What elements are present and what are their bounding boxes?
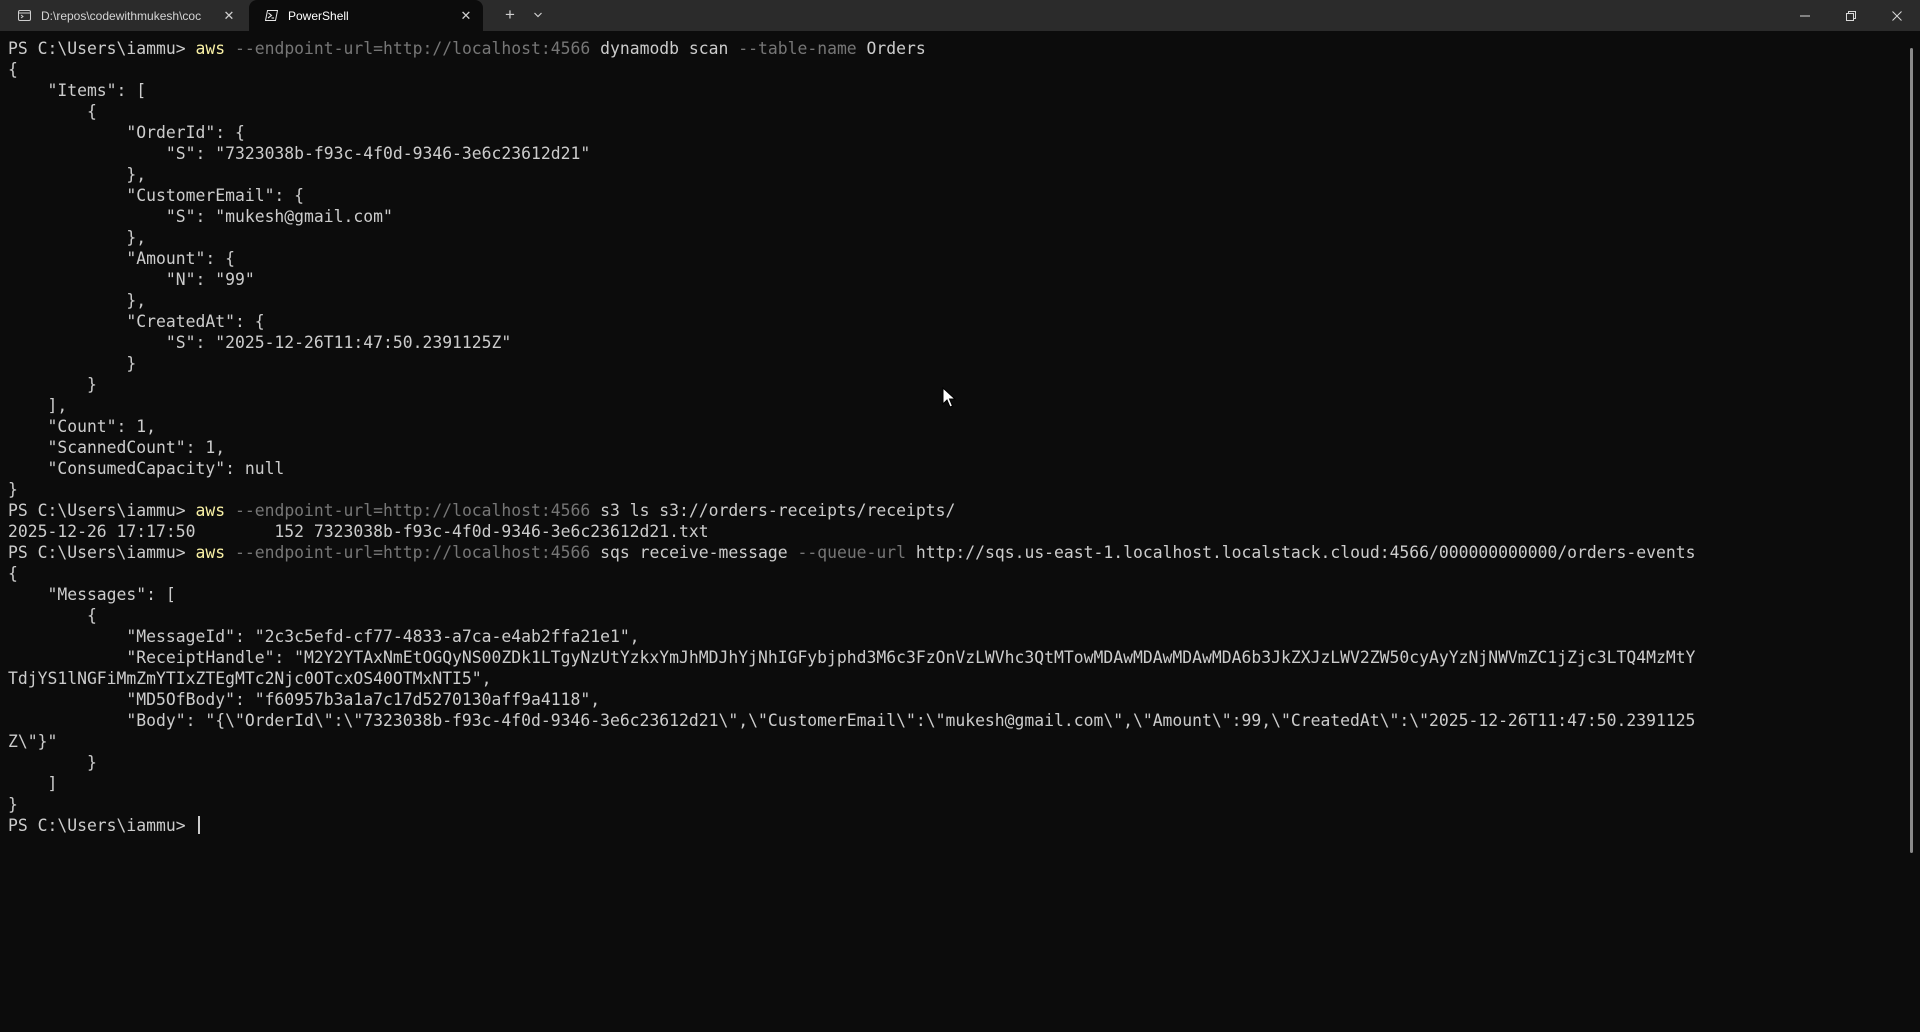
tab-dropdown-button[interactable] bbox=[528, 5, 548, 25]
prompt: PS C:\Users\iammu> bbox=[8, 543, 196, 562]
output-line: { bbox=[8, 102, 97, 121]
output-line: 2025-12-26 17:17:50 152 7323038b-f93c-4f… bbox=[8, 522, 709, 541]
mouse-pointer-icon bbox=[942, 387, 956, 408]
command-name: aws bbox=[195, 39, 226, 58]
command-parameter: --endpoint-url=http://localhost:4566 bbox=[225, 543, 591, 562]
tab-close-icon[interactable]: ✕ bbox=[222, 8, 236, 23]
output-line: "ScannedCount": 1, bbox=[8, 438, 226, 457]
output-line: "Count": 1, bbox=[8, 417, 157, 436]
prompt: PS C:\Users\iammu> bbox=[8, 39, 196, 58]
command-name: aws bbox=[195, 543, 226, 562]
output-line: } bbox=[8, 354, 137, 373]
tab-title: D:\repos\codewithmukesh\coc bbox=[41, 8, 202, 23]
restore-icon bbox=[1846, 10, 1856, 21]
output-line: "CustomerEmail": { bbox=[8, 186, 305, 205]
output-line: { bbox=[8, 606, 97, 625]
output-line: "OrderId": { bbox=[8, 123, 245, 142]
tab-close-icon[interactable]: ✕ bbox=[459, 8, 473, 23]
output-line: { bbox=[8, 60, 18, 79]
minimize-icon bbox=[1800, 15, 1810, 16]
output-line: TdjYS1lNGFiMmZmYTIxZTEgMTc2Njc0OTcxOS40O… bbox=[8, 669, 492, 688]
command-argument: sqs receive-message bbox=[590, 543, 788, 562]
command-parameter: --endpoint-url=http://localhost:4566 bbox=[225, 39, 591, 58]
tab-repos-terminal[interactable]: D:\repos\codewithmukesh\coc ✕ bbox=[2, 0, 246, 31]
output-line: "MessageId": "2c3c5efd-cf77-4833-a7ca-e4… bbox=[8, 627, 640, 646]
chevron-down-icon bbox=[534, 12, 542, 18]
command-line: PS C:\Users\iammu> aws --endpoint-url=ht… bbox=[8, 500, 1888, 521]
command-parameter: --table-name bbox=[728, 39, 857, 58]
output-line: "Body": "{\"OrderId\":\"7323038b-f93c-4f… bbox=[8, 711, 1696, 730]
output-line: Z\"}" bbox=[8, 732, 58, 751]
powershell-icon bbox=[265, 9, 278, 22]
close-window-button[interactable] bbox=[1874, 0, 1920, 31]
output-line: } bbox=[8, 480, 18, 499]
command-parameter: --endpoint-url=http://localhost:4566 bbox=[225, 501, 591, 520]
command-name: aws bbox=[195, 501, 226, 520]
command-argument: Orders bbox=[856, 39, 926, 58]
text-cursor bbox=[197, 816, 200, 834]
command-argument: s3 ls s3://orders-receipts/receipts/ bbox=[590, 501, 956, 520]
prompt: PS C:\Users\iammu> bbox=[8, 501, 196, 520]
terminal-output[interactable]: PS C:\Users\iammu> aws --endpoint-url=ht… bbox=[8, 38, 1888, 998]
command-line: PS C:\Users\iammu> aws --endpoint-url=ht… bbox=[8, 38, 1888, 59]
title-bar: D:\repos\codewithmukesh\coc ✕ PowerShell… bbox=[0, 0, 1920, 31]
output-line: } bbox=[8, 795, 18, 814]
command-line: PS C:\Users\iammu> aws --endpoint-url=ht… bbox=[8, 542, 1888, 563]
command-argument: http://sqs.us-east-1.localhost.localstac… bbox=[906, 543, 1696, 562]
tab-powershell[interactable]: PowerShell ✕ bbox=[249, 0, 483, 31]
folder-terminal-icon bbox=[18, 9, 31, 22]
scrollbar[interactable] bbox=[1910, 48, 1913, 853]
output-line: } bbox=[8, 753, 97, 772]
output-line: { bbox=[8, 564, 18, 583]
output-line: }, bbox=[8, 228, 147, 247]
output-line: "ReceiptHandle": "M2Y2YTAxNmEtOGQyNS00ZD… bbox=[8, 648, 1696, 667]
output-line: }, bbox=[8, 291, 147, 310]
active-prompt-line[interactable]: PS C:\Users\iammu> bbox=[8, 815, 1888, 836]
minimize-button[interactable] bbox=[1782, 0, 1828, 31]
output-line: ] bbox=[8, 774, 58, 793]
output-line: "ConsumedCapacity": null bbox=[8, 459, 285, 478]
output-line: "Items": [ bbox=[8, 81, 147, 100]
output-line: "CreatedAt": { bbox=[8, 312, 265, 331]
output-line: "S": "2025-12-26T11:47:50.2391125Z" bbox=[8, 333, 512, 352]
new-tab-button[interactable]: + bbox=[500, 5, 520, 25]
output-line: "S": "mukesh@gmail.com" bbox=[8, 207, 393, 226]
tab-title: PowerShell bbox=[288, 8, 349, 23]
output-line: "N": "99" bbox=[8, 270, 255, 289]
output-line: "Amount": { bbox=[8, 249, 235, 268]
prompt: PS C:\Users\iammu> bbox=[8, 816, 196, 835]
close-icon bbox=[1892, 10, 1902, 21]
command-argument: dynamodb scan bbox=[590, 39, 729, 58]
output-line: }, bbox=[8, 165, 147, 184]
output-line: "MD5OfBody": "f60957b3a1a7c17d5270130aff… bbox=[8, 690, 601, 709]
output-line: "S": "7323038b-f93c-4f0d-9346-3e6c23612d… bbox=[8, 144, 591, 163]
restore-button[interactable] bbox=[1828, 0, 1874, 31]
output-line: "Messages": [ bbox=[8, 585, 176, 604]
command-parameter: --queue-url bbox=[787, 543, 907, 562]
